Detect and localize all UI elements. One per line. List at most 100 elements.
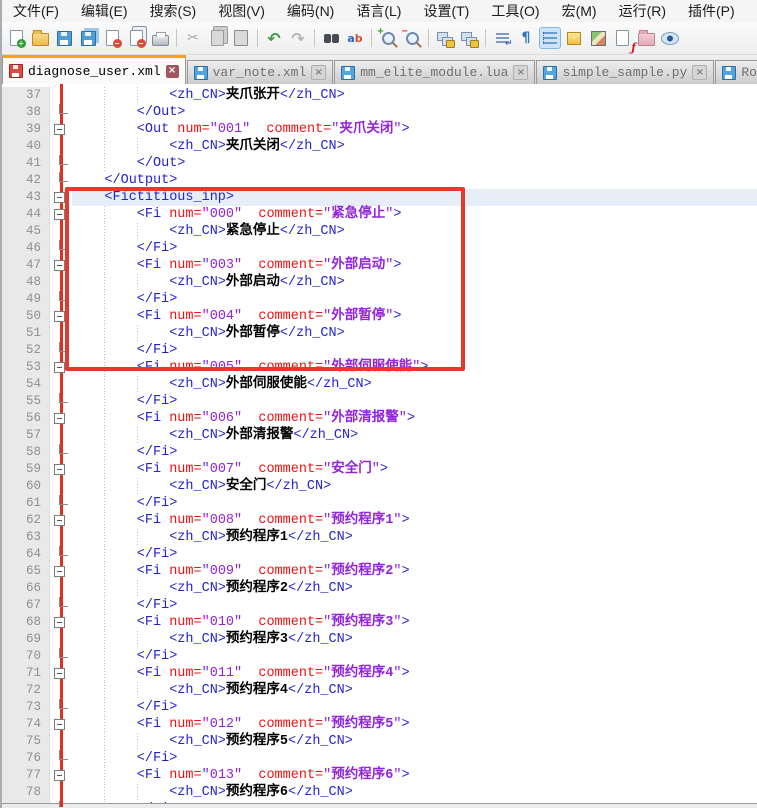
fold-collapse-icon[interactable] (54, 413, 65, 424)
code-text[interactable]: </Fi> (72, 240, 757, 257)
redo-icon[interactable]: ↷ (287, 27, 309, 49)
code-line-54[interactable]: 54<zh_CN>外部伺服使能</zh_CN> (2, 376, 757, 393)
code-line-71[interactable]: 71<Fi num="011" comment="预约程序4"> (2, 665, 757, 682)
menu-item-1[interactable]: 编辑(E) (70, 0, 139, 22)
code-line-70[interactable]: 70</Fi> (2, 648, 757, 665)
code-line-38[interactable]: 38</Out> (2, 104, 757, 121)
menu-item-10[interactable]: 插件(P) (677, 0, 746, 22)
code-text[interactable]: <zh_CN>夹爪关闭</zh_CN> (72, 138, 757, 155)
code-text[interactable]: <zh_CN>预约程序3</zh_CN> (72, 631, 757, 648)
code-line-58[interactable]: 58</Fi> (2, 444, 757, 461)
save-all-icon[interactable] (77, 27, 99, 49)
code-text[interactable]: </Out> (72, 104, 757, 121)
code-line-47[interactable]: 47<Fi num="003" comment="外部启动"> (2, 257, 757, 274)
code-text[interactable]: <Out num="001" comment="夹爪关闭"> (72, 121, 757, 138)
menu-item-3[interactable]: 视图(V) (207, 0, 276, 22)
code-line-77[interactable]: 77<Fi num="013" comment="预约程序6"> (2, 767, 757, 784)
code-text[interactable]: </Fi> (72, 750, 757, 767)
show-all-characters-icon[interactable]: ¶ (515, 27, 537, 49)
open-file-icon[interactable] (29, 27, 51, 49)
code-text[interactable]: <Fi num="006" comment="外部清报警"> (72, 410, 757, 427)
code-line-75[interactable]: 75<zh_CN>预约程序5</zh_CN> (2, 733, 757, 750)
menu-item-6[interactable]: 设置(T) (412, 0, 480, 22)
code-line-37[interactable]: 37<zh_CN>夹爪张开</zh_CN> (2, 87, 757, 104)
tab-Rob[interactable]: Rob (715, 60, 757, 84)
new-file-icon[interactable]: + (5, 27, 27, 49)
sync-horizontal-scroll-icon[interactable] (458, 27, 480, 49)
tab-var_note.xml[interactable]: var_note.xml× (187, 60, 334, 84)
tab-close-icon[interactable]: × (692, 65, 707, 80)
zoom-in-icon[interactable]: + (377, 27, 399, 49)
code-text[interactable]: </Fi> (72, 546, 757, 563)
menu-item-8[interactable]: 宏(M) (551, 0, 608, 22)
menu-item-11[interactable]: 窗 (746, 0, 757, 22)
code-line-46[interactable]: 46</Fi> (2, 240, 757, 257)
code-text[interactable]: <zh_CN>预约程序2</zh_CN> (72, 580, 757, 597)
tab-close-icon[interactable]: × (311, 65, 326, 80)
code-line-42[interactable]: 42</Output> (2, 172, 757, 189)
code-text[interactable]: <Fi num="005" comment="外部伺服使能"> (72, 359, 757, 376)
code-text[interactable]: <zh_CN>外部启动</zh_CN> (72, 274, 757, 291)
code-line-62[interactable]: 62<Fi num="008" comment="预约程序1"> (2, 512, 757, 529)
fold-collapse-icon[interactable] (54, 192, 65, 203)
fold-collapse-icon[interactable] (54, 311, 65, 322)
paste-icon[interactable] (230, 27, 252, 49)
code-line-78[interactable]: 78<zh_CN>预约程序6</zh_CN> (2, 784, 757, 801)
code-text[interactable]: <zh_CN>外部清报警</zh_CN> (72, 427, 757, 444)
code-line-53[interactable]: 53<Fi num="005" comment="外部伺服使能"> (2, 359, 757, 376)
code-text[interactable]: <zh_CN>外部暂停</zh_CN> (72, 325, 757, 342)
code-text[interactable]: <zh_CN>紧急停止</zh_CN> (72, 223, 757, 240)
code-line-39[interactable]: 39<Out num="001" comment="夹爪关闭"> (2, 121, 757, 138)
save-icon[interactable] (53, 27, 75, 49)
menu-item-9[interactable]: 运行(R) (608, 0, 677, 22)
code-text[interactable]: </Out> (72, 155, 757, 172)
fold-collapse-icon[interactable] (54, 617, 65, 628)
fold-collapse-icon[interactable] (54, 566, 65, 577)
show-indent-guide-icon[interactable] (539, 27, 561, 49)
fold-collapse-icon[interactable] (54, 668, 65, 679)
shortcut-window-icon[interactable] (563, 27, 585, 49)
code-line-59[interactable]: 59<Fi num="007" comment="安全门"> (2, 461, 757, 478)
document-map-icon[interactable] (587, 27, 609, 49)
code-line-76[interactable]: 76</Fi> (2, 750, 757, 767)
code-text[interactable]: <Fi num="008" comment="预约程序1"> (72, 512, 757, 529)
tab-mm_elite_module.lua[interactable]: mm_elite_module.lua× (334, 60, 535, 84)
cut-icon[interactable]: ✂ (182, 27, 204, 49)
code-line-49[interactable]: 49</Fi> (2, 291, 757, 308)
horizontal-scrollbar[interactable] (2, 803, 757, 808)
fold-collapse-icon[interactable] (54, 770, 65, 781)
print-icon[interactable] (149, 27, 171, 49)
code-line-50[interactable]: 50<Fi num="004" comment="外部暂停"> (2, 308, 757, 325)
code-text[interactable]: <zh_CN>预约程序1</zh_CN> (72, 529, 757, 546)
tab-simple_sample.py[interactable]: simple_sample.py× (536, 60, 714, 84)
menu-item-7[interactable]: 工具(O) (480, 0, 550, 22)
code-line-66[interactable]: 66<zh_CN>预约程序2</zh_CN> (2, 580, 757, 597)
monitoring-eye-icon[interactable] (659, 27, 681, 49)
fold-collapse-icon[interactable] (54, 260, 65, 271)
code-text[interactable]: </Output> (72, 172, 757, 189)
code-line-74[interactable]: 74<Fi num="012" comment="预约程序5"> (2, 716, 757, 733)
menu-item-4[interactable]: 编码(N) (276, 0, 345, 22)
code-line-55[interactable]: 55</Fi> (2, 393, 757, 410)
close-all-icon[interactable]: − (125, 27, 147, 49)
code-text[interactable]: </Fi> (72, 444, 757, 461)
code-text[interactable]: <Fi num="007" comment="安全门"> (72, 461, 757, 478)
code-line-60[interactable]: 60<zh_CN>安全门</zh_CN> (2, 478, 757, 495)
code-text[interactable]: </Fi> (72, 699, 757, 716)
fold-collapse-icon[interactable] (54, 719, 65, 730)
code-line-57[interactable]: 57<zh_CN>外部清报警</zh_CN> (2, 427, 757, 444)
code-text[interactable]: </Fi> (72, 495, 757, 512)
code-line-69[interactable]: 69<zh_CN>预约程序3</zh_CN> (2, 631, 757, 648)
code-line-51[interactable]: 51<zh_CN>外部暂停</zh_CN> (2, 325, 757, 342)
folder-as-workspace-icon[interactable] (635, 27, 657, 49)
close-icon[interactable]: − (101, 27, 123, 49)
code-line-63[interactable]: 63<zh_CN>预约程序1</zh_CN> (2, 529, 757, 546)
code-text[interactable]: <zh_CN>安全门</zh_CN> (72, 478, 757, 495)
code-line-41[interactable]: 41</Out> (2, 155, 757, 172)
code-line-45[interactable]: 45<zh_CN>紧急停止</zh_CN> (2, 223, 757, 240)
code-line-64[interactable]: 64</Fi> (2, 546, 757, 563)
zoom-out-icon[interactable]: − (401, 27, 423, 49)
code-text[interactable]: <Fi num="003" comment="外部启动"> (72, 257, 757, 274)
code-line-40[interactable]: 40<zh_CN>夹爪关闭</zh_CN> (2, 138, 757, 155)
code-text[interactable]: <zh_CN>预约程序4</zh_CN> (72, 682, 757, 699)
